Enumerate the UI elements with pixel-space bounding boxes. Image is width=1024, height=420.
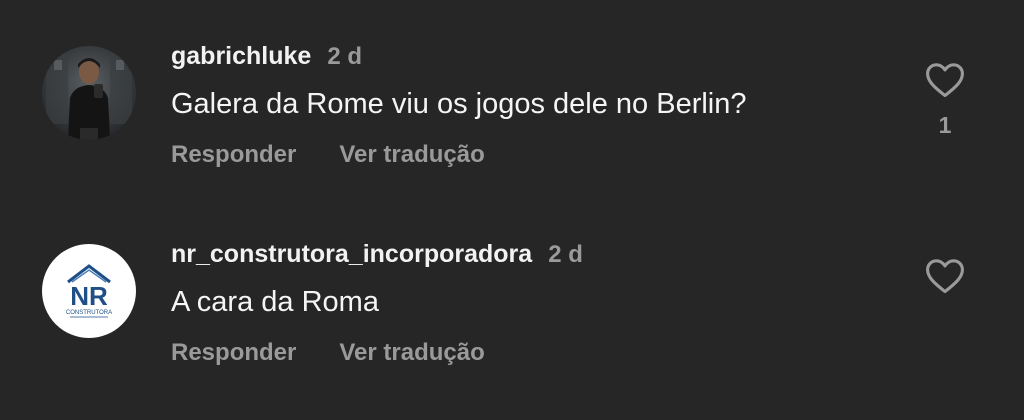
translate-button[interactable]: Ver tradução [339,141,484,169]
comment-text: Galera da Rome viu os jogos dele no Berl… [171,88,747,120]
like-button[interactable] [923,254,967,298]
heart-icon [926,63,964,98]
comment-item: NR CONSTRUTORA nr_construtora_incorporad… [0,198,1024,388]
comment-actions: Responder Ver tradução [171,141,485,169]
heart-icon [926,259,964,294]
logo-text: NR [70,281,108,311]
comment-text: A cara da Roma [171,286,379,318]
comments-list: gabrichluke 2 d Galera da Rome viu os jo… [0,0,1024,420]
logo-subtext: CONSTRUTORA [66,310,112,316]
reply-button[interactable]: Responder [171,339,296,367]
avatar[interactable]: NR CONSTRUTORA [42,244,136,338]
timestamp: 2 d [548,241,583,268]
comment-item: gabrichluke 2 d Galera da Rome viu os jo… [0,0,1024,190]
reply-button[interactable]: Responder [171,141,296,169]
comment-meta: gabrichluke 2 d [171,42,362,72]
person-photo-icon [42,46,136,140]
nr-logo-icon: NR CONSTRUTORA [42,244,136,338]
avatar[interactable] [42,46,136,140]
translate-button[interactable]: Ver tradução [339,339,484,367]
username[interactable]: gabrichluke [171,42,311,71]
username[interactable]: nr_construtora_incorporadora [171,240,532,269]
like-button[interactable] [923,58,967,102]
comment-meta: nr_construtora_incorporadora 2 d [171,240,583,270]
like-count: 1 [938,112,952,138]
comment-actions: Responder Ver tradução [171,339,485,367]
timestamp: 2 d [327,43,363,70]
